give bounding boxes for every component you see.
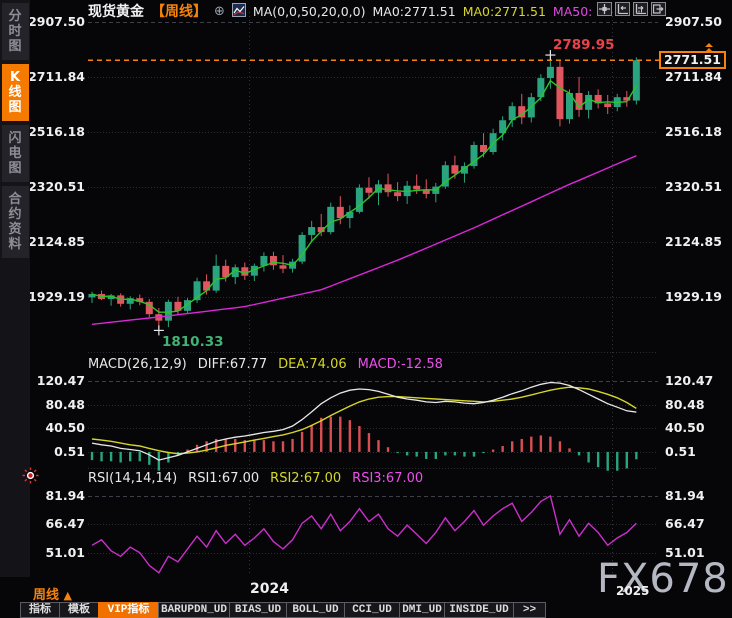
toolbar-item-5[interactable]: BIAS_UD <box>229 602 287 618</box>
price-axis-label: 2124.85 <box>665 235 722 249</box>
macd-axis-label: 0.51 <box>665 445 696 459</box>
last-price-tag: 2771.51 <box>659 51 726 69</box>
rsi-axis-label: 66.47 <box>665 517 705 531</box>
price-axis-label: 2516.18 <box>28 125 85 139</box>
price-axis-label: 2907.50 <box>28 15 85 29</box>
triangle-up-icon: ▲ <box>64 589 72 602</box>
price-up-marker-icon <box>703 39 715 58</box>
toolbar-item-4[interactable]: BARUPDN_UD <box>158 602 230 618</box>
sidebar-item-tab[interactable]: 分时图 <box>2 3 29 60</box>
rsi-title: RSI(14,14,14) <box>88 471 177 486</box>
toolbar-item-3[interactable]: VIP指标 <box>98 602 159 618</box>
ma50-value: MA50: <box>553 4 592 19</box>
high-price-annotation: 2789.95 <box>553 37 615 53</box>
rsi-axis-label: 66.47 <box>45 517 85 531</box>
macd-axis-label: 120.47 <box>37 374 85 388</box>
rsi2-value: RSI2:67.00 <box>270 471 341 486</box>
price-axis-label: 2711.84 <box>28 70 85 84</box>
price-axis-label: 2516.18 <box>665 125 722 139</box>
price-axis-label: 2711.84 <box>665 70 722 84</box>
macd-axis-label: 80.48 <box>45 398 85 412</box>
macd-axis-label: 0.51 <box>54 445 85 459</box>
x-axis-year-2024: 2024 <box>250 581 289 597</box>
toolbar-item-7[interactable]: CCI_UD <box>344 602 400 618</box>
macd-axis-label: 40.50 <box>45 421 85 435</box>
macd-axis-label: 80.48 <box>665 398 705 412</box>
rsi-axis-label: 81.94 <box>665 489 705 503</box>
rsi-axis-label: 81.94 <box>45 489 85 503</box>
indicator-toolbar: 指标模板VIP指标BARUPDN_UDBIAS_UDBOLL_UDCCI_UDD… <box>20 602 545 618</box>
macd-axis-label: 40.50 <box>665 421 705 435</box>
expand-x-axis-icon[interactable] <box>633 2 648 16</box>
toolbar-item-9[interactable]: INSIDE_UD <box>444 602 514 618</box>
low-price-annotation: 1810.33 <box>162 334 224 350</box>
add-overlay-icon[interactable]: ⊕ <box>214 4 225 19</box>
chart-type-sidebar: 分时图 K线图闪电图合约资料 <box>0 0 30 577</box>
price-axis-label: 2320.51 <box>665 180 722 194</box>
rsi3-value: RSI3:67.00 <box>352 471 423 486</box>
rsi-panel-header: RSI(14,14,14) RSI1:67.00 RSI2:67.00 RSI3… <box>88 471 423 486</box>
macd-hist-value: MACD:-12.58 <box>358 357 443 372</box>
ma0-value-yellow: MA0:2771.51 <box>463 4 546 19</box>
toolbar-item-2[interactable]: 模板 <box>59 602 99 618</box>
symbol-name: 现货黄金 <box>88 1 144 21</box>
macd-axis-label: 120.47 <box>665 374 713 388</box>
compress-x-axis-icon[interactable] <box>615 2 630 16</box>
crosshair-tool-icon[interactable] <box>597 2 612 16</box>
rsi-axis-label: 51.01 <box>45 546 85 560</box>
macd-panel-header: MACD(26,12,9) DIFF:67.77 DEA:74.06 MACD:… <box>88 357 443 372</box>
toolbar-item-8[interactable]: DMI_UD <box>399 602 445 618</box>
toolbar-item-1[interactable]: 指标 <box>20 602 60 618</box>
period-tag: 【周线】 <box>151 1 207 21</box>
chart-area[interactable] <box>0 0 732 618</box>
sidebar-item-tab[interactable]: 合约资料 <box>2 186 29 258</box>
export-pane-icon[interactable] <box>651 2 666 16</box>
sidebar-item-active[interactable]: K线图 <box>2 64 29 121</box>
rsi1-value: RSI1:67.00 <box>188 471 259 486</box>
mini-chart-icon[interactable] <box>232 2 246 21</box>
price-axis-label: 1929.19 <box>28 290 85 304</box>
chart-application: 分时图 K线图闪电图合约资料 现货黄金 【周线】 ⊕ MA(0,0,50,20,0… <box>0 0 732 618</box>
macd-diff-value: DIFF:67.77 <box>198 357 267 372</box>
window-tool-icons <box>597 2 666 16</box>
macd-title: MACD(26,12,9) <box>88 357 187 372</box>
alert-blink-icon[interactable] <box>22 467 39 488</box>
price-axis-label: 2124.85 <box>28 235 85 249</box>
ma-definition: MA(0,0,50,20,0,0) <box>253 4 366 19</box>
toolbar-item-6[interactable]: BOLL_UD <box>286 602 345 618</box>
toolbar-item-10[interactable]: >> <box>513 602 546 618</box>
price-axis-label: 2907.50 <box>665 15 722 29</box>
period-selector[interactable]: 周线 ▲ <box>33 584 72 603</box>
price-axis-label: 1929.19 <box>665 290 722 304</box>
chart-header: 现货黄金 【周线】 ⊕ MA(0,0,50,20,0,0) MA0:2771.5… <box>88 2 592 20</box>
price-axis-label: 2320.51 <box>28 180 85 194</box>
x-axis-year-2025: 2025 <box>616 584 649 598</box>
macd-dea-value: DEA:74.06 <box>278 357 347 372</box>
sidebar-item-tab[interactable]: 闪电图 <box>2 125 29 182</box>
ma0-value-white: MA0:2771.51 <box>373 4 456 19</box>
